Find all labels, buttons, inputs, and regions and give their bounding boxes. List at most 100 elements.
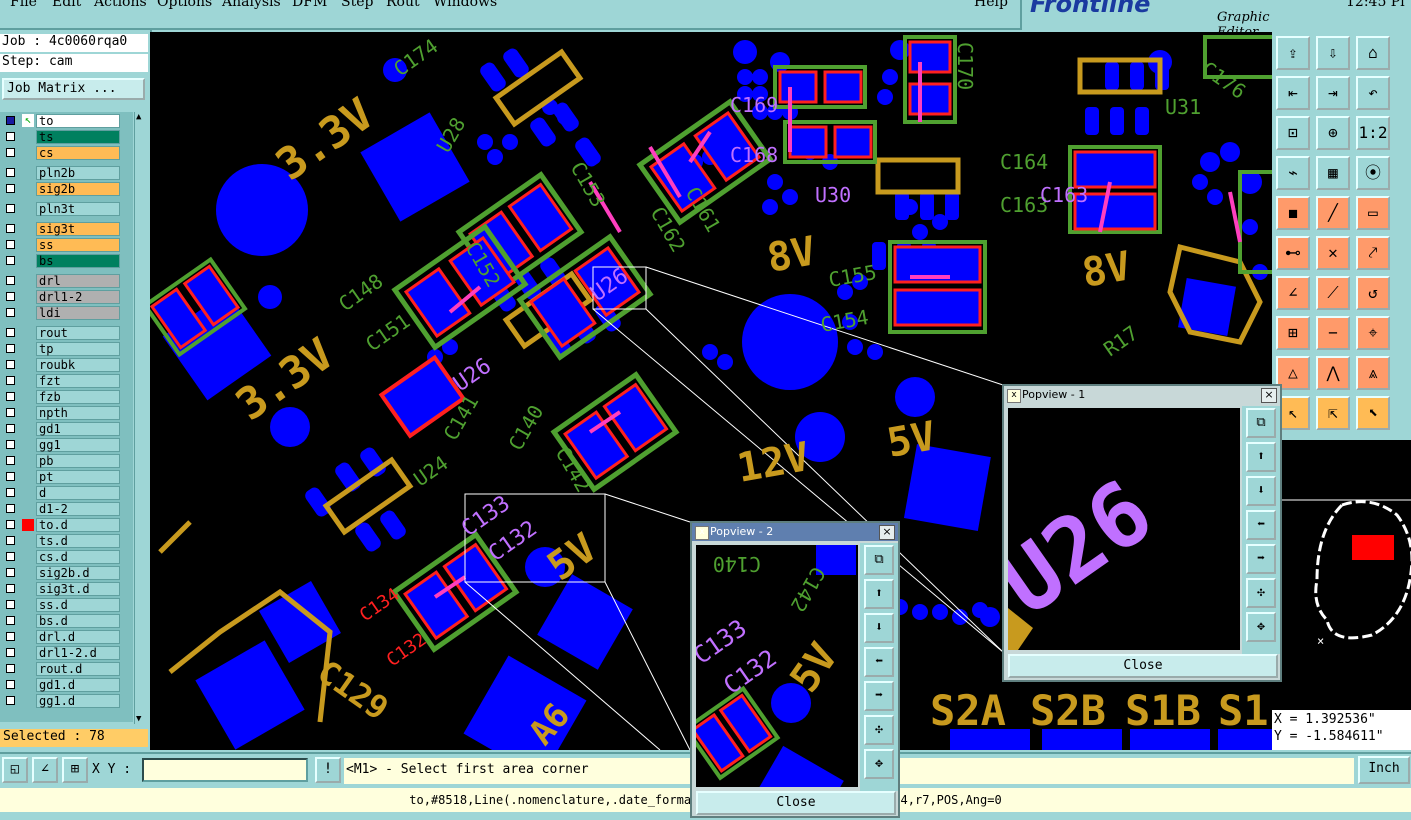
scroll-up-arrow-icon[interactable]: ▲ xyxy=(136,112,141,122)
layer-checkbox[interactable] xyxy=(6,376,15,385)
pan-left-tool-button[interactable]: ⇤ xyxy=(1276,76,1310,110)
layer-checkbox[interactable] xyxy=(6,568,15,577)
pointer-box-tool-button[interactable]: ⇱ xyxy=(1316,396,1350,430)
grid-tool-button[interactable]: ▦ xyxy=(1316,156,1350,190)
layer-checkbox[interactable] xyxy=(6,328,15,337)
zoom-tool-button[interactable]: ⊕ xyxy=(1316,116,1350,150)
unit-toggle-button[interactable]: Inch xyxy=(1358,756,1410,784)
layer-checkbox[interactable] xyxy=(6,536,15,545)
layer-checkbox[interactable] xyxy=(6,616,15,625)
layer-checkbox[interactable] xyxy=(6,148,15,157)
pan-left-button[interactable]: ⬅ xyxy=(864,647,894,677)
arc-tool-button[interactable]: ↺ xyxy=(1356,276,1390,310)
layer-checkbox[interactable] xyxy=(6,360,15,369)
layer-row[interactable]: ↖ to xyxy=(2,114,120,128)
layer-checkbox[interactable] xyxy=(6,584,15,593)
export-tool-button[interactable]: ⇩ xyxy=(1316,36,1350,70)
layer-checkbox[interactable] xyxy=(6,424,15,433)
pan-up-button[interactable]: ⬆ xyxy=(1246,442,1276,472)
layer-row[interactable]: roubk xyxy=(2,358,120,372)
add-pad-tool-button[interactable]: ⊞ xyxy=(1276,316,1310,350)
layer-checkbox[interactable] xyxy=(6,632,15,641)
layer-checkbox[interactable] xyxy=(6,648,15,657)
layer-row[interactable]: ss.d xyxy=(2,598,120,612)
layer-row[interactable]: gd1 xyxy=(2,422,120,436)
close-icon[interactable]: × xyxy=(879,525,895,540)
zoom-in-button[interactable]: ✣ xyxy=(864,715,894,745)
route-tool-button[interactable]: ⤤ xyxy=(1356,236,1390,270)
layer-row[interactable]: tp xyxy=(2,342,120,356)
zoom-out-button[interactable]: ✥ xyxy=(864,749,894,779)
layer-row[interactable]: drl1-2 xyxy=(2,290,120,304)
import-tool-button[interactable]: ⇪ xyxy=(1276,36,1310,70)
layer-checkbox[interactable] xyxy=(6,520,15,529)
snap-tool-button[interactable]: ◱ xyxy=(2,757,28,783)
menu-options[interactable]: Options xyxy=(157,0,212,10)
scroll-down-arrow-icon[interactable]: ▼ xyxy=(136,714,141,724)
menu-step[interactable]: Step xyxy=(341,0,373,10)
pan-down-button[interactable]: ⬇ xyxy=(1246,476,1276,506)
connect-tool-button[interactable]: ⊷ xyxy=(1276,236,1310,270)
layer-checkbox[interactable] xyxy=(6,456,15,465)
layer-checkbox[interactable] xyxy=(6,696,15,705)
layer-checkbox[interactable] xyxy=(6,472,15,481)
layer-row[interactable]: cs.d xyxy=(2,550,120,564)
layer-row[interactable]: bs xyxy=(2,254,120,268)
layer-checkbox[interactable] xyxy=(6,504,15,513)
angle-tool-button[interactable]: ∠ xyxy=(1276,276,1310,310)
ruler-tool-button[interactable]: ▭ xyxy=(1356,196,1390,230)
layer-checkbox[interactable] xyxy=(6,224,15,233)
grid-tool-button[interactable]: ⊞ xyxy=(62,757,88,783)
menu-help[interactable]: Help xyxy=(974,0,1008,10)
snap-tool-button[interactable]: ⌁ xyxy=(1276,156,1310,190)
layer-row[interactable]: pln2b xyxy=(2,166,120,180)
pan-left-button[interactable]: ⬅ xyxy=(1246,510,1276,540)
center-tool-button[interactable]: ⌖ xyxy=(1356,316,1390,350)
layer-row[interactable]: sig2b.d xyxy=(2,566,120,580)
zoom-out-button[interactable]: ✥ xyxy=(1246,612,1276,642)
layer-checkbox[interactable] xyxy=(6,408,15,417)
overview-map[interactable]: × xyxy=(1272,440,1411,710)
xy-input[interactable] xyxy=(142,758,308,782)
layer-row[interactable]: ts xyxy=(2,130,120,144)
layer-checkbox[interactable] xyxy=(6,292,15,301)
layer-row[interactable]: ldi xyxy=(2,306,120,320)
layer-row[interactable]: cs xyxy=(2,146,120,160)
pan-up-button[interactable]: ⬆ xyxy=(864,579,894,609)
popview-2-close-button[interactable]: Close xyxy=(696,791,896,815)
traffic-light-tool-button[interactable]: ⦿ xyxy=(1356,156,1390,190)
layer-checkbox[interactable] xyxy=(6,204,15,213)
layer-row[interactable]: drl.d xyxy=(2,630,120,644)
layer-row[interactable]: ss xyxy=(2,238,120,252)
menu-analysis[interactable]: Analysis xyxy=(222,0,281,10)
pan-down-button[interactable]: ⬇ xyxy=(864,613,894,643)
layer-checkbox[interactable] xyxy=(6,600,15,609)
slash-tool-button[interactable]: ⟋ xyxy=(1316,276,1350,310)
minus-tool-button[interactable]: − xyxy=(1316,316,1350,350)
home-tool-button[interactable]: ⌂ xyxy=(1356,36,1390,70)
layer-checkbox[interactable] xyxy=(6,240,15,249)
layer-checkbox[interactable] xyxy=(6,308,15,317)
layer-row[interactable]: gg1.d xyxy=(2,694,120,708)
layer-row[interactable]: sig3t xyxy=(2,222,120,236)
pointer-round-tool-button[interactable]: ⬉ xyxy=(1356,396,1390,430)
layer-row[interactable]: gd1.d xyxy=(2,678,120,692)
layer-row[interactable]: gg1 xyxy=(2,438,120,452)
menu-rout[interactable]: Rout xyxy=(386,0,420,10)
layer-list-scrollbar[interactable]: ▲ ▼ xyxy=(134,112,149,724)
pan-right-button[interactable]: ➡ xyxy=(1246,544,1276,574)
layer-row[interactable]: pb xyxy=(2,454,120,468)
line-tool-button[interactable]: ╱ xyxy=(1316,196,1350,230)
layer-row[interactable]: pln3t xyxy=(2,202,120,216)
alert-button[interactable]: ! xyxy=(315,757,341,783)
layer-checkbox[interactable] xyxy=(6,488,15,497)
layer-checkbox[interactable] xyxy=(6,392,15,401)
menu-edit[interactable]: Edit xyxy=(52,0,81,10)
layer-checkbox[interactable] xyxy=(6,552,15,561)
layer-row[interactable]: d xyxy=(2,486,120,500)
pan-right-button[interactable]: ➡ xyxy=(864,681,894,711)
layer-row[interactable]: d1-2 xyxy=(2,502,120,516)
layer-row[interactable]: bs.d xyxy=(2,614,120,628)
layer-row[interactable]: fzt xyxy=(2,374,120,388)
layer-row[interactable]: rout xyxy=(2,326,120,340)
